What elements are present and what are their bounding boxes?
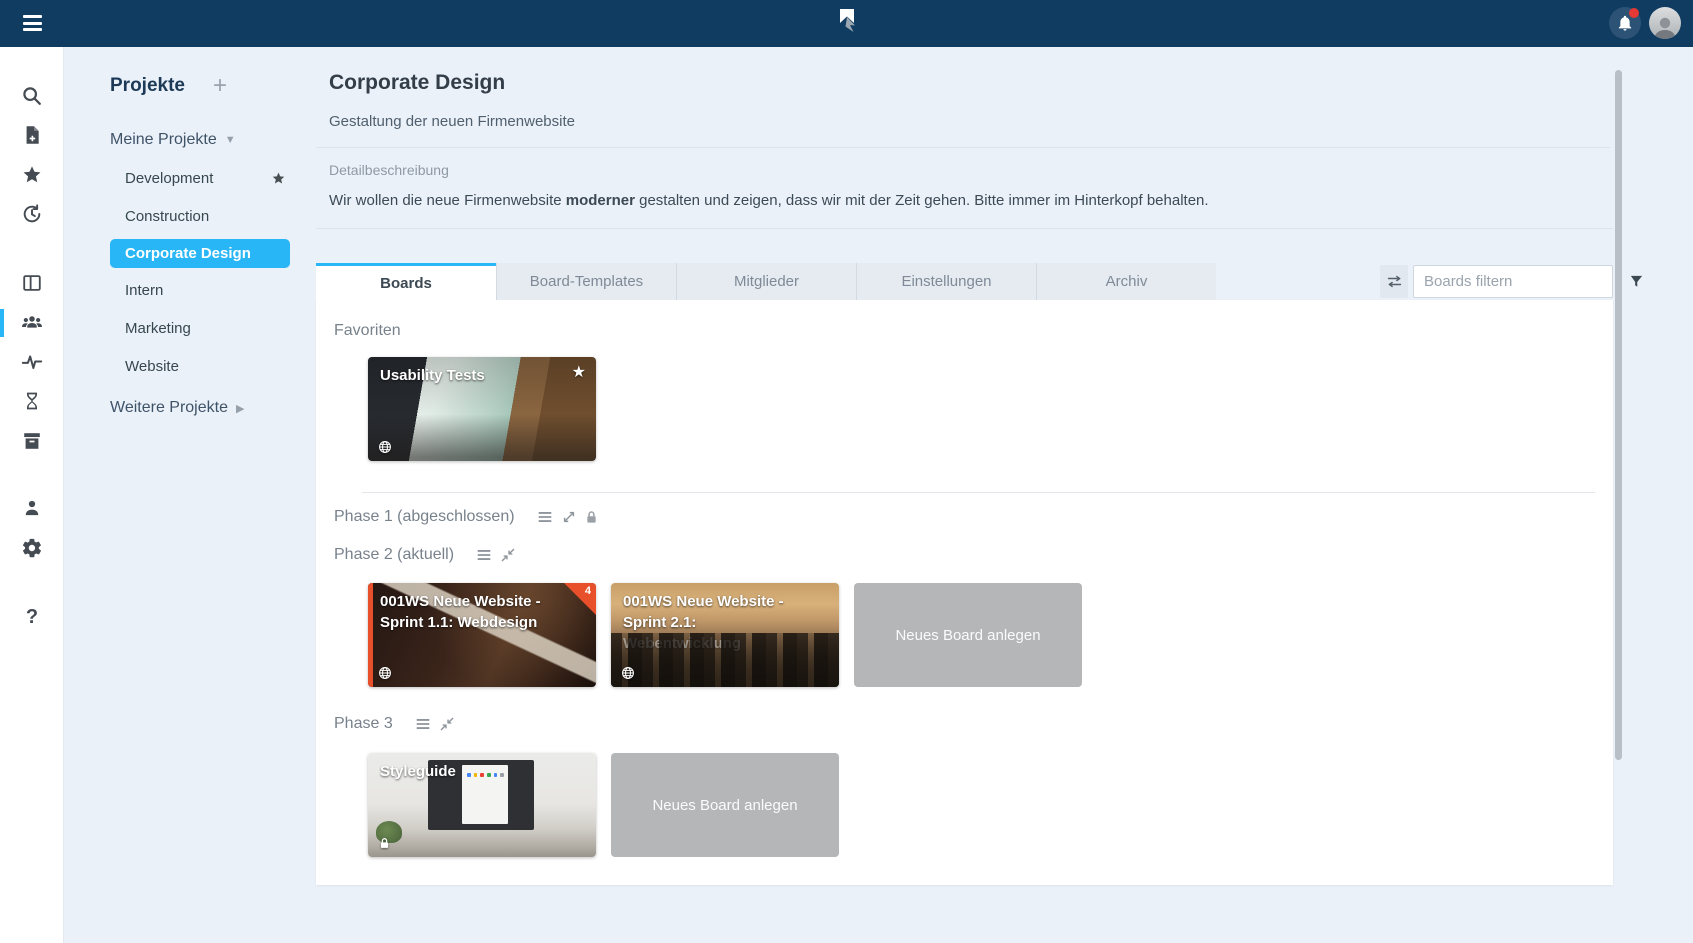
section-phase-3: Phase 3 xyxy=(334,715,455,733)
board-card-styleguide[interactable]: Styleguide xyxy=(368,753,596,857)
divider xyxy=(362,492,1595,493)
active-indicator xyxy=(0,309,4,337)
menu-icon[interactable] xyxy=(475,546,493,564)
new-board-button[interactable]: Neues Board anlegen xyxy=(854,583,1082,687)
expand-icon[interactable] xyxy=(561,509,577,525)
new-document-icon[interactable] xyxy=(0,123,64,147)
group-more-projects[interactable]: Weitere Projekte ▶ xyxy=(110,399,316,417)
globe-icon xyxy=(378,440,392,454)
new-board-button[interactable]: Neues Board anlegen xyxy=(611,753,839,857)
lock-icon xyxy=(584,509,599,525)
group-label: Meine Projekte xyxy=(110,131,217,149)
star-icon[interactable] xyxy=(271,171,286,186)
profile-person-icon[interactable] xyxy=(0,496,64,520)
page-title: Corporate Design xyxy=(329,71,505,95)
settings-gear-icon[interactable] xyxy=(0,536,64,560)
section-phase-1-label: Phase 1 (abgeschlossen) xyxy=(334,508,515,526)
chevron-right-icon: ▶ xyxy=(236,402,244,415)
tab-archiv[interactable]: Archiv xyxy=(1036,263,1216,300)
lock-icon xyxy=(378,836,391,850)
globe-icon xyxy=(378,666,392,680)
notifications-bell-icon[interactable] xyxy=(1609,7,1641,39)
topbar xyxy=(0,0,1693,47)
filter-funnel-icon[interactable] xyxy=(1629,274,1644,289)
board-card-sprint-1-1[interactable]: 001WS Neue Website - Sprint 1.1: Webdesi… xyxy=(368,583,596,687)
sidebar-item-construction[interactable]: Construction xyxy=(125,208,300,225)
notification-dot xyxy=(1629,8,1639,18)
projects-title: Projekte xyxy=(110,75,185,97)
search-icon[interactable] xyxy=(0,84,64,108)
time-tracking-hourglass-icon[interactable] xyxy=(0,389,64,413)
app-logo-icon xyxy=(836,8,858,40)
tab-einstellungen[interactable]: Einstellungen xyxy=(856,263,1036,300)
boards-panel: Favoriten Usability Tests ★ Phase 1 (abg… xyxy=(316,300,1613,885)
boards-filter-field xyxy=(1413,265,1613,298)
tab-board-templates[interactable]: Board-Templates xyxy=(496,263,676,300)
detail-description-text: Wir wollen die neue Firmenwebsite modern… xyxy=(329,192,1209,209)
help-icon[interactable]: ? xyxy=(0,605,64,629)
tab-bar: Boards Board-Templates Mitglieder Einste… xyxy=(316,263,1216,300)
menu-icon[interactable] xyxy=(536,508,554,526)
collapse-icon[interactable] xyxy=(500,547,516,563)
tab-mitglieder[interactable]: Mitglieder xyxy=(676,263,856,300)
activity-icon[interactable] xyxy=(0,350,64,374)
archive-box-icon[interactable] xyxy=(0,429,64,453)
vertical-scrollbar[interactable] xyxy=(1615,70,1622,760)
chevron-down-icon: ▼ xyxy=(225,134,236,146)
boards-filter-input[interactable] xyxy=(1414,273,1629,290)
favorite-star-icon[interactable]: ★ xyxy=(572,362,586,382)
collapse-icon[interactable] xyxy=(439,716,455,732)
history-icon[interactable] xyxy=(0,202,64,226)
divider xyxy=(316,147,1610,148)
user-avatar[interactable] xyxy=(1649,7,1681,39)
main-content: Corporate Design Gestaltung der neuen Fi… xyxy=(316,47,1613,943)
tab-boards[interactable]: Boards xyxy=(316,263,496,300)
page-subtitle: Gestaltung der neuen Firmenwebsite xyxy=(329,113,575,130)
projects-sidebar: Projekte + Meine Projekte ▼ Development … xyxy=(64,47,316,943)
sidebar-item-marketing[interactable]: Marketing xyxy=(125,320,300,337)
section-phase-3-label: Phase 3 xyxy=(334,715,393,733)
notification-badge xyxy=(564,583,596,615)
section-phase-2: Phase 2 (aktuell) xyxy=(334,546,516,564)
add-project-icon[interactable]: + xyxy=(213,76,227,96)
icon-rail: ? xyxy=(0,47,64,943)
sidebar-item-development[interactable]: Development xyxy=(125,170,300,187)
board-card-usability-tests[interactable]: Usability Tests ★ xyxy=(368,357,596,461)
team-group-icon[interactable] xyxy=(0,311,64,335)
boards-icon[interactable] xyxy=(0,271,64,295)
sidebar-item-intern[interactable]: Intern xyxy=(125,282,300,299)
filter-settings-button[interactable] xyxy=(1380,265,1408,298)
menu-icon[interactable] xyxy=(414,715,432,733)
section-phase-2-label: Phase 2 (aktuell) xyxy=(334,546,454,564)
globe-icon xyxy=(621,666,635,680)
section-favoriten-label: Favoriten xyxy=(334,322,401,340)
sidebar-item-corporate-design[interactable]: Corporate Design xyxy=(110,239,290,268)
favorites-star-icon[interactable] xyxy=(0,163,64,187)
menu-icon[interactable] xyxy=(23,15,42,31)
divider xyxy=(316,228,1613,229)
section-phase-1: Phase 1 (abgeschlossen) xyxy=(334,508,599,526)
sidebar-item-website[interactable]: Website xyxy=(125,358,300,375)
detail-description-label: Detailbeschreibung xyxy=(329,162,449,178)
board-card-sprint-2-1[interactable]: 001WS Neue Website - Sprint 2.1: Webentw… xyxy=(611,583,839,687)
group-my-projects[interactable]: Meine Projekte ▼ xyxy=(110,131,316,149)
